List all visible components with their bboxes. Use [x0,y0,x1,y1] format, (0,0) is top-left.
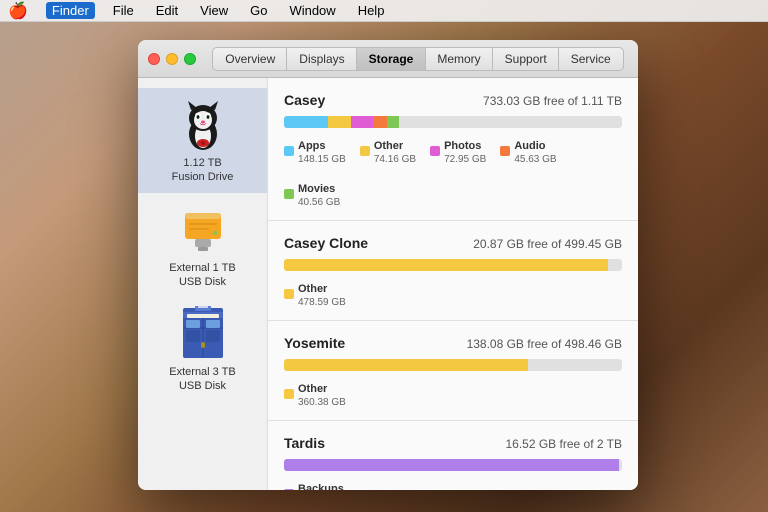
bar-segment-other [284,259,608,271]
window-titlebar: Overview Displays Storage Memory Support… [138,40,638,78]
about-this-mac-window: Overview Displays Storage Memory Support… [138,40,638,490]
storage-bar-yosemite [284,359,622,371]
bar-segment-other [284,359,528,371]
menubar-go[interactable]: Go [246,3,271,18]
legend-dot-backups [284,489,294,491]
disk-name-casey-clone: Casey Clone [284,235,368,251]
disk-legend-yosemite: Other 360.38 GB [284,379,622,408]
external-disk-icon [175,201,231,257]
disk-header-tardis: Tardis 16.52 GB free of 2 TB [284,435,622,451]
legend-label-backups: Backups [298,483,344,490]
sidebar-item-tardis[interactable]: External 3 TB USB Disk [138,297,267,402]
tab-support[interactable]: Support [492,47,560,71]
tab-bar: Overview Displays Storage Memory Support… [208,47,628,71]
legend-size-other: 360.38 GB [298,397,346,408]
legend-item-other: Other 74.16 GB [360,136,416,165]
legend-size-photos: 72.95 GB [444,154,486,165]
bar-segment-other [328,116,351,128]
disk-header-casey-clone: Casey Clone 20.87 GB free of 499.45 GB [284,235,622,251]
legend-dot-other [284,389,294,399]
legend-dot-other [284,289,294,299]
disk-header-casey: Casey 733.03 GB free of 1.11 TB [284,92,622,108]
menubar-window[interactable]: Window [285,3,339,18]
legend-item-audio: Audio 45.63 GB [500,136,556,165]
legend-item-backups: Backups1.98 TB [284,479,344,490]
tab-memory[interactable]: Memory [424,47,493,71]
disk-free-casey-clone: 20.87 GB free of 499.45 GB [473,237,622,251]
external1-label: External 1 TB USB Disk [169,261,235,290]
fusion-drive-label: 1.12 TB Fusion Drive [172,156,234,185]
disk-name-tardis: Tardis [284,435,325,451]
disk-entry-casey: Casey 733.03 GB free of 1.11 TB Apps 148.15… [268,78,638,221]
minimize-button[interactable] [166,53,178,65]
disk-legend-casey-clone: Other 478.59 GB [284,279,622,308]
legend-label-movies: Movies [298,183,335,195]
disk-free-yosemite: 138.08 GB free of 498.46 GB [467,337,622,351]
storage-bar-casey [284,116,622,128]
bar-segment-movies [387,116,400,128]
disk-header-yosemite: Yosemite 138.08 GB free of 498.46 GB [284,335,622,351]
maximize-button[interactable] [184,53,196,65]
window-content: 1.12 TB Fusion Drive [138,78,638,490]
menubar-view[interactable]: View [196,3,232,18]
disk-legend-tardis: Backups1.98 TB [284,479,622,490]
storage-main-panel[interactable]: Casey 733.03 GB free of 1.11 TB Apps 148.15… [268,78,638,490]
legend-label-other: Other [298,283,327,295]
sidebar-item-fusion[interactable]: 1.12 TB Fusion Drive [138,88,267,193]
legend-label-other: Other [374,140,403,152]
legend-item-movies: Movies 40.56 GB [284,179,340,208]
legend-item-other: Other 478.59 GB [284,279,346,308]
tardis-label: External 3 TB USB Disk [169,365,235,394]
bar-segment-audio [373,116,387,128]
tab-service[interactable]: Service [558,47,624,71]
legend-label-photos: Photos [444,140,481,152]
legend-size-apps: 148.15 GB [298,154,346,165]
menubar-finder[interactable]: Finder [46,2,95,19]
bar-segment-photos [351,116,373,128]
disk-free-tardis: 16.52 GB free of 2 TB [505,437,622,451]
menubar-help[interactable]: Help [354,3,389,18]
disk-entry-tardis: Tardis 16.52 GB free of 2 TB Backups1.98 T… [268,421,638,490]
tab-storage[interactable]: Storage [356,47,427,71]
legend-label-apps: Apps [298,140,326,152]
legend-dot-apps [284,146,294,156]
disk-entry-yosemite: Yosemite 138.08 GB free of 498.46 GB Other… [268,321,638,421]
menubar: 🍎 Finder File Edit View Go Window Help [0,0,768,22]
storage-bar-tardis [284,459,622,471]
legend-size-audio: 45.63 GB [514,154,556,165]
legend-label-audio: Audio [514,140,545,152]
legend-item-apps: Apps 148.15 GB [284,136,346,165]
tardis-disk-icon [175,305,231,361]
tab-overview[interactable]: Overview [212,47,288,71]
legend-size-movies: 40.56 GB [298,197,340,208]
disk-entry-casey-clone: Casey Clone 20.87 GB free of 499.45 GB Oth… [268,221,638,321]
disk-free-casey: 733.03 GB free of 1.11 TB [483,94,622,108]
legend-dot-movies [284,189,294,199]
sidebar: 1.12 TB Fusion Drive [138,78,268,490]
legend-label-other: Other [298,383,327,395]
menubar-file[interactable]: File [109,3,138,18]
disk-name-casey: Casey [284,92,325,108]
legend-dot-audio [500,146,510,156]
legend-dot-other [360,146,370,156]
close-button[interactable] [148,53,160,65]
fusion-drive-icon [175,96,231,152]
legend-dot-photos [430,146,440,156]
legend-item-photos: Photos 72.95 GB [430,136,486,165]
legend-size-other: 478.59 GB [298,297,346,308]
bar-segment-backups [284,459,619,471]
disk-name-yosemite: Yosemite [284,335,345,351]
sylvester-cat-svg [175,96,231,152]
legend-size-other: 74.16 GB [374,154,416,165]
storage-bar-casey-clone [284,259,622,271]
bar-segment-apps [284,116,328,128]
apple-menu-icon[interactable]: 🍎 [8,1,28,21]
menubar-edit[interactable]: Edit [152,3,182,18]
tab-displays[interactable]: Displays [286,47,357,71]
legend-item-other: Other 360.38 GB [284,379,346,408]
sidebar-item-external1[interactable]: External 1 TB USB Disk [138,193,267,298]
traffic-lights [148,53,196,65]
disk-legend-casey: Apps 148.15 GB Other 74.16 GB Photos 72.95 GB… [284,136,622,208]
